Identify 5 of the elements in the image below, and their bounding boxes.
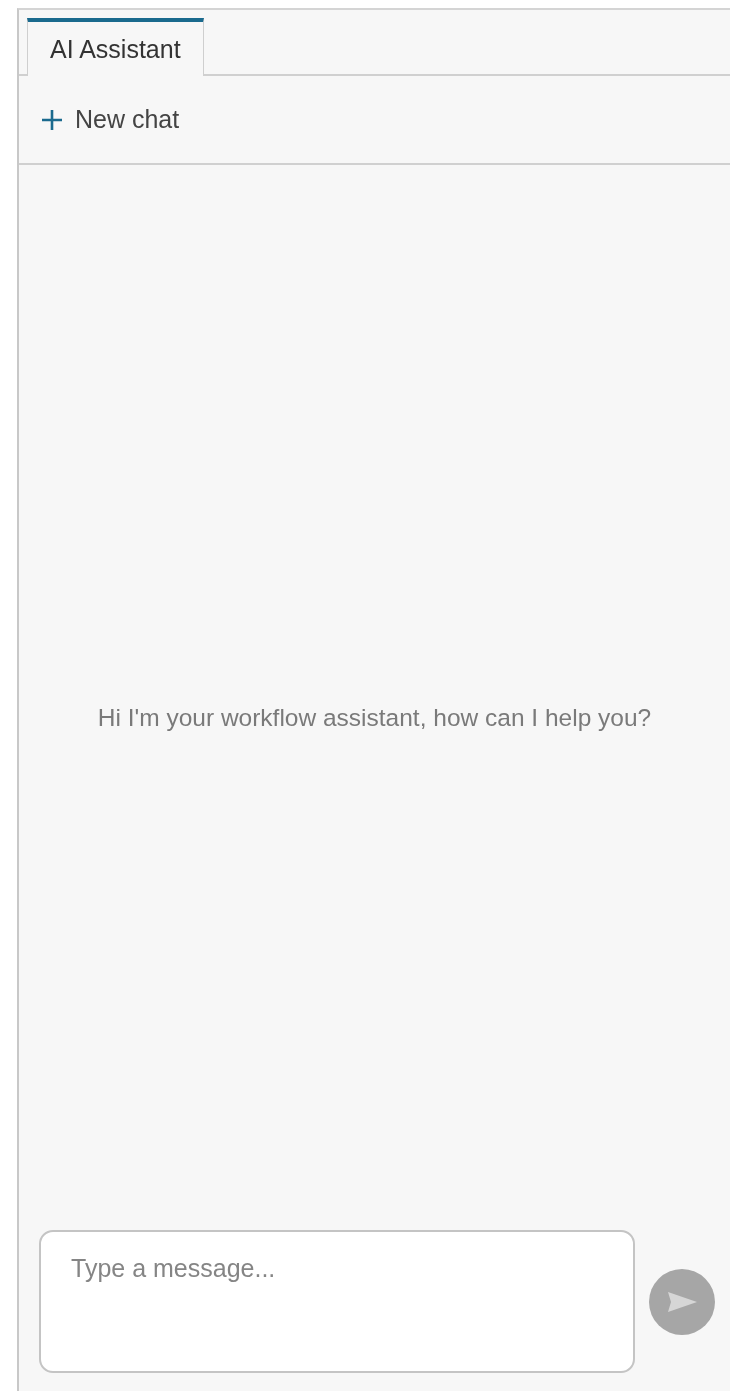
message-input-field[interactable]: Type a message... [39, 1230, 635, 1373]
plus-icon [41, 108, 63, 131]
greeting-text: Hi I'm your workflow assistant, how can I help you? [97, 703, 652, 732]
new-chat-button[interactable]: New chat [39, 101, 182, 138]
tab[interactable]: AI Assistant [27, 18, 204, 76]
